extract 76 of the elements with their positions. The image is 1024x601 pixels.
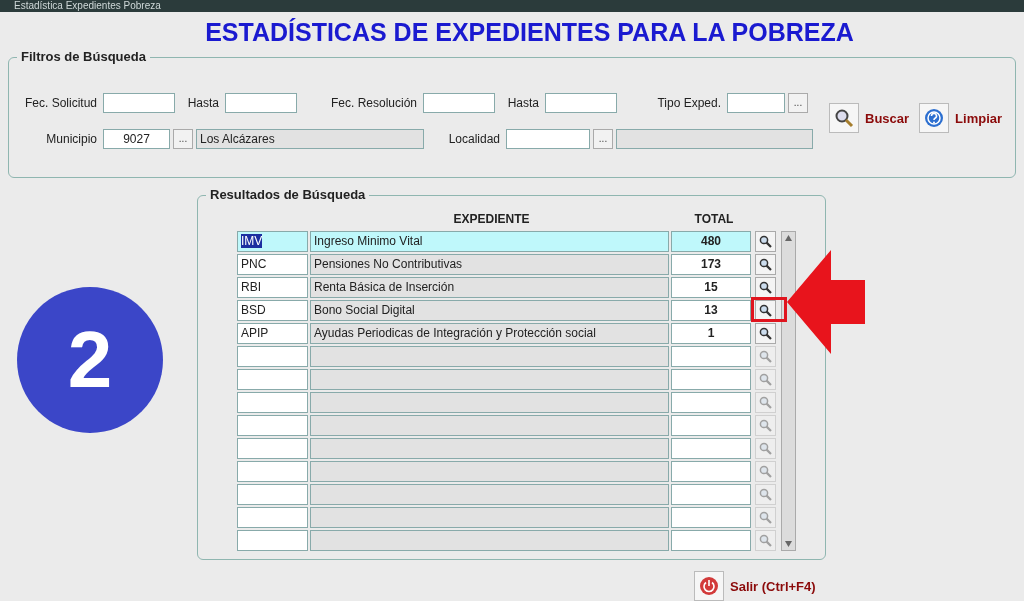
magnifier-icon bbox=[759, 304, 772, 318]
description-cell: Pensiones No Contributivas bbox=[310, 254, 669, 276]
input-field[interactable] bbox=[103, 92, 175, 113]
power-icon bbox=[699, 576, 719, 596]
magnifier-icon bbox=[759, 442, 772, 456]
magnifier-icon bbox=[759, 419, 772, 433]
description-cell: Renta Básica de Inserción bbox=[310, 277, 669, 299]
field-label: Fec. Resolución bbox=[329, 95, 418, 110]
magnifier-icon bbox=[759, 465, 772, 479]
code-cell[interactable]: BSD bbox=[237, 300, 308, 322]
magnifier-icon bbox=[759, 534, 772, 548]
code-cell[interactable] bbox=[237, 346, 308, 368]
magnifier-icon bbox=[759, 327, 772, 341]
input-field[interactable] bbox=[423, 92, 495, 113]
input-field[interactable] bbox=[545, 92, 617, 113]
page-heading: ESTADÍSTICAS DE EXPEDIENTES PARA LA POBREZA bbox=[204, 18, 855, 47]
magnifier-icon bbox=[759, 235, 772, 249]
step-number-badge: 2 bbox=[17, 287, 163, 433]
magnifier-icon bbox=[759, 396, 772, 410]
description-cell: Ingreso Minimo Vital bbox=[310, 231, 669, 253]
window-title: Estadística Expedientes Pobreza bbox=[0, 0, 1024, 12]
code-cell[interactable]: RBI bbox=[237, 277, 308, 299]
code-cell[interactable] bbox=[237, 438, 308, 460]
detail-button[interactable] bbox=[755, 254, 776, 276]
municipio-name-field: Los Alcázares bbox=[196, 128, 424, 149]
total-cell: 13 bbox=[671, 300, 751, 322]
code-cell[interactable] bbox=[237, 369, 308, 391]
code-cell[interactable]: PNC bbox=[237, 254, 308, 276]
code-cell[interactable]: APIP bbox=[237, 323, 308, 345]
input-field[interactable] bbox=[727, 92, 785, 113]
detail-button[interactable] bbox=[755, 277, 776, 299]
scroll-up-icon[interactable] bbox=[784, 234, 793, 243]
code-cell[interactable] bbox=[237, 507, 308, 529]
magnifier-icon bbox=[759, 511, 772, 525]
field-label: Hasta bbox=[506, 95, 540, 110]
magnifier-icon bbox=[759, 281, 772, 295]
magnifier-icon bbox=[759, 258, 772, 272]
lookup-button[interactable]: ... bbox=[788, 92, 808, 113]
field-label: Hasta bbox=[186, 95, 220, 110]
exit-button[interactable]: Salir (Ctrl+F4) bbox=[694, 571, 816, 601]
magnifier-icon bbox=[759, 373, 772, 387]
field-label: Tipo Exped. bbox=[656, 95, 722, 110]
detail-button[interactable] bbox=[755, 231, 776, 253]
column-header: TOTAL bbox=[693, 212, 735, 227]
total-cell: 480 bbox=[671, 231, 751, 253]
lookup-button[interactable]: ... bbox=[173, 128, 193, 149]
help-icon bbox=[924, 108, 945, 129]
code-cell[interactable]: IMV bbox=[237, 231, 308, 253]
input-field[interactable] bbox=[506, 128, 590, 149]
magnifier-icon bbox=[759, 488, 772, 502]
description-cell: Ayudas Periodicas de Integración y Protección social bbox=[310, 323, 669, 345]
panel-legend: Resultados de Búsqueda bbox=[206, 187, 370, 203]
input-field[interactable]: 9027 bbox=[103, 128, 170, 149]
code-cell[interactable] bbox=[237, 484, 308, 506]
total-cell: 15 bbox=[671, 277, 751, 299]
search-button[interactable]: Buscar bbox=[829, 103, 910, 134]
detail-button[interactable] bbox=[755, 323, 776, 345]
code-cell[interactable] bbox=[237, 530, 308, 552]
magnifier-icon bbox=[759, 350, 772, 364]
detail-button[interactable] bbox=[755, 300, 776, 322]
code-cell[interactable] bbox=[237, 461, 308, 483]
lookup-button[interactable]: ... bbox=[593, 128, 613, 149]
search-icon bbox=[834, 108, 854, 129]
clear-button[interactable]: Limpiar bbox=[919, 103, 1003, 134]
field-label: Fec. Solicitud bbox=[23, 95, 98, 110]
field-label: Municipio bbox=[45, 131, 98, 146]
scrollbar[interactable] bbox=[781, 231, 796, 552]
total-cell: 173 bbox=[671, 254, 751, 276]
code-cell[interactable] bbox=[237, 392, 308, 414]
code-cell[interactable] bbox=[237, 415, 308, 437]
total-cell: 1 bbox=[671, 323, 751, 345]
description-cell: Bono Social Digital bbox=[310, 300, 669, 322]
field-label: Localidad bbox=[447, 131, 501, 146]
input-field[interactable] bbox=[225, 92, 297, 113]
column-header: EXPEDIENTE bbox=[452, 212, 531, 227]
scroll-down-icon[interactable] bbox=[784, 540, 793, 549]
